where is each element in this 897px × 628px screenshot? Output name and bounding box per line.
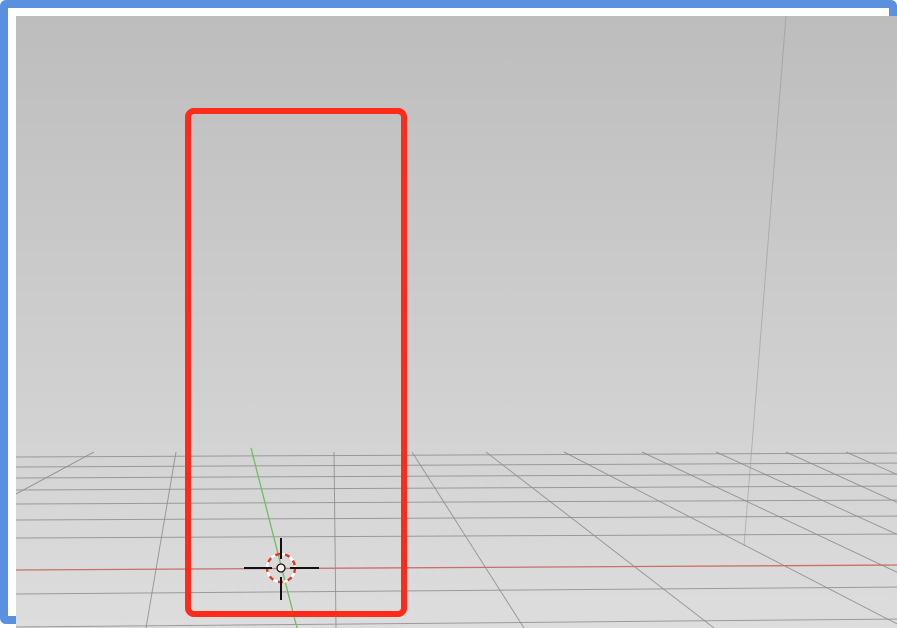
viewport-frame: [0, 0, 897, 628]
viewport-scene[interactable]: [16, 16, 897, 628]
3d-viewport[interactable]: [16, 16, 897, 628]
